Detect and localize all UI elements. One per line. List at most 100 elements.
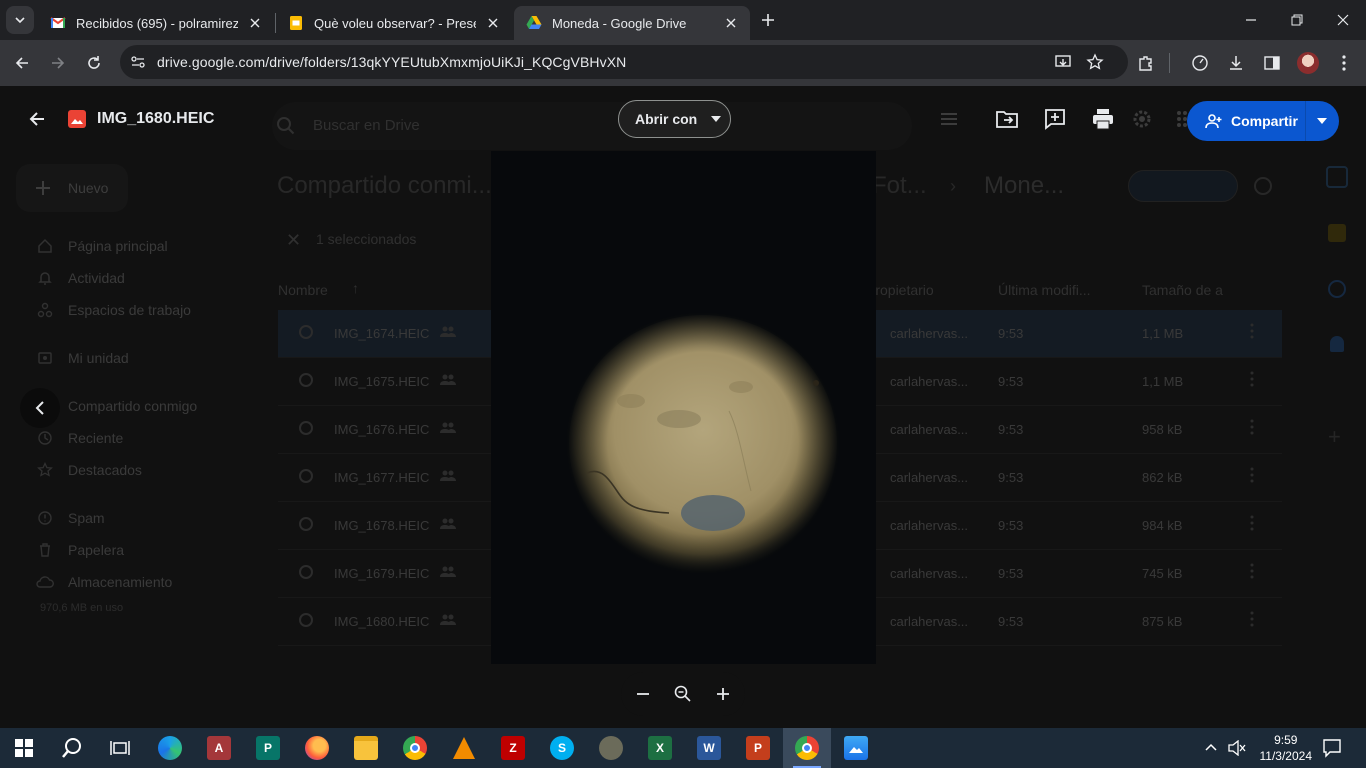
close-icon xyxy=(1337,14,1349,26)
zoom-reset-button[interactable] xyxy=(671,682,695,706)
clock-time: 9:59 xyxy=(1274,733,1298,747)
tab-label: Moneda - Google Drive xyxy=(552,15,687,31)
plus-icon xyxy=(762,14,774,26)
zoom-in-button[interactable] xyxy=(711,682,735,706)
tab-search-button[interactable] xyxy=(6,6,34,34)
chrome-icon xyxy=(403,736,427,760)
taskbar-skype[interactable]: S xyxy=(538,728,586,768)
side-panel-button[interactable] xyxy=(1258,49,1286,77)
system-tray-chevron-icon[interactable] xyxy=(1204,740,1218,759)
reload-button[interactable] xyxy=(80,49,108,77)
address-bar[interactable]: drive.google.com/drive/folders/13qkYYEUt… xyxy=(120,45,1128,79)
collapse-panel-button[interactable] xyxy=(20,388,60,428)
taskbar-filezilla[interactable]: Z xyxy=(489,728,537,768)
taskbar-clock[interactable]: 9:59 11/3/2024 xyxy=(1260,732,1313,764)
url-text: drive.google.com/drive/folders/13qkYYEUt… xyxy=(157,54,627,70)
publisher-icon: P xyxy=(256,736,280,760)
chrome-menu-button[interactable] xyxy=(1330,49,1358,77)
speedometer-icon xyxy=(1192,55,1208,71)
clock-date: 11/3/2024 xyxy=(1259,749,1313,763)
download-icon xyxy=(1230,56,1242,70)
taskbar-vlc[interactable] xyxy=(440,728,488,768)
tab-label: Recibidos (695) - polramirez@e xyxy=(76,15,238,31)
close-viewer-button[interactable] xyxy=(24,106,50,132)
avatar xyxy=(1297,52,1319,74)
performance-button[interactable] xyxy=(1186,49,1214,77)
profile-button[interactable] xyxy=(1294,49,1322,77)
extensions-button[interactable] xyxy=(1132,49,1160,77)
chevron-left-icon xyxy=(35,401,44,415)
close-tab-icon[interactable] xyxy=(246,14,264,32)
share-divider xyxy=(1305,101,1306,141)
taskbar-word[interactable]: W xyxy=(685,728,733,768)
firefox-icon xyxy=(305,736,329,760)
caret-down-icon[interactable] xyxy=(1317,118,1327,124)
add-comment-icon[interactable] xyxy=(1043,107,1067,136)
windows-logo-icon xyxy=(15,739,33,757)
taskbar-excel[interactable]: X xyxy=(636,728,684,768)
browser-toolbar: drive.google.com/drive/folders/13qkYYEUt… xyxy=(0,40,1366,86)
move-to-folder-icon[interactable] xyxy=(995,108,1019,135)
taskbar-edge[interactable] xyxy=(146,728,194,768)
print-icon[interactable] xyxy=(1091,108,1115,135)
open-with-label: Abrir con xyxy=(635,111,698,127)
skype-icon: S xyxy=(550,736,574,760)
zoom-toolbar xyxy=(621,672,745,716)
arrow-left-icon xyxy=(15,57,28,69)
volume-muted-icon[interactable] xyxy=(1228,739,1246,761)
filezilla-icon: Z xyxy=(501,736,525,760)
taskbar-file-explorer[interactable] xyxy=(342,728,390,768)
powerpoint-icon: P xyxy=(746,736,770,760)
photos-icon xyxy=(844,736,868,760)
start-button[interactable] xyxy=(0,728,48,768)
arrow-right-icon xyxy=(52,57,65,69)
zoom-out-button[interactable] xyxy=(631,682,655,706)
site-info-icon[interactable] xyxy=(130,54,146,75)
taskbar-game[interactable] xyxy=(587,728,635,768)
back-button[interactable] xyxy=(8,49,36,77)
install-app-icon[interactable] xyxy=(1054,53,1072,76)
excel-icon: X xyxy=(648,736,672,760)
reload-icon xyxy=(88,56,100,69)
taskbar-photos[interactable] xyxy=(832,728,880,768)
taskbar-publisher[interactable]: P xyxy=(244,728,292,768)
image-preview xyxy=(491,151,876,664)
access-icon: A xyxy=(207,736,231,760)
taskbar-chrome-profile[interactable] xyxy=(783,728,831,768)
toolbar-separator xyxy=(1169,53,1170,73)
close-tab-icon[interactable] xyxy=(722,14,740,32)
viewer-file-title: IMG_1680.HEIC xyxy=(97,110,215,127)
zoom-magnifier-icon xyxy=(674,685,691,702)
filter-icon[interactable] xyxy=(938,108,960,135)
game-icon xyxy=(599,736,623,760)
taskbar-firefox[interactable] xyxy=(293,728,341,768)
new-tab-button[interactable] xyxy=(756,8,780,32)
share-button[interactable]: Compartir xyxy=(1187,101,1339,141)
tab-drive[interactable]: Moneda - Google Drive xyxy=(514,6,750,40)
taskbar-powerpoint[interactable]: P xyxy=(734,728,782,768)
taskbar-access[interactable]: A xyxy=(195,728,243,768)
taskbar-chrome[interactable] xyxy=(391,728,439,768)
tab-slides[interactable]: Què voleu observar? - Presentac xyxy=(276,6,512,40)
taskbar-search-button[interactable] xyxy=(48,728,96,768)
restore-icon xyxy=(1291,14,1303,26)
downloads-button[interactable] xyxy=(1222,49,1250,77)
windows-taskbar: A P Z S X W P 9:59 11/3/2024 xyxy=(0,728,1366,768)
search-icon xyxy=(62,738,81,758)
forward-button[interactable] xyxy=(44,49,72,77)
open-with-button[interactable]: Abrir con xyxy=(618,100,731,138)
browser-tab-bar: Recibidos (695) - polramirez@e Què voleu… xyxy=(0,0,1366,40)
bookmark-star-icon[interactable] xyxy=(1086,53,1104,76)
task-view-button[interactable] xyxy=(96,728,144,768)
close-tab-icon[interactable] xyxy=(484,14,502,32)
settings-gear-icon[interactable] xyxy=(1131,108,1153,135)
notifications-icon[interactable] xyxy=(1322,738,1342,763)
minimize-button[interactable] xyxy=(1228,0,1274,40)
restore-button[interactable] xyxy=(1274,0,1320,40)
share-label: Compartir xyxy=(1231,113,1298,129)
tab-gmail[interactable]: Recibidos (695) - polramirez@e xyxy=(38,6,274,40)
close-window-button[interactable] xyxy=(1320,0,1366,40)
folder-icon xyxy=(354,736,378,760)
vlc-icon xyxy=(453,737,475,759)
minimize-icon xyxy=(1246,19,1256,21)
